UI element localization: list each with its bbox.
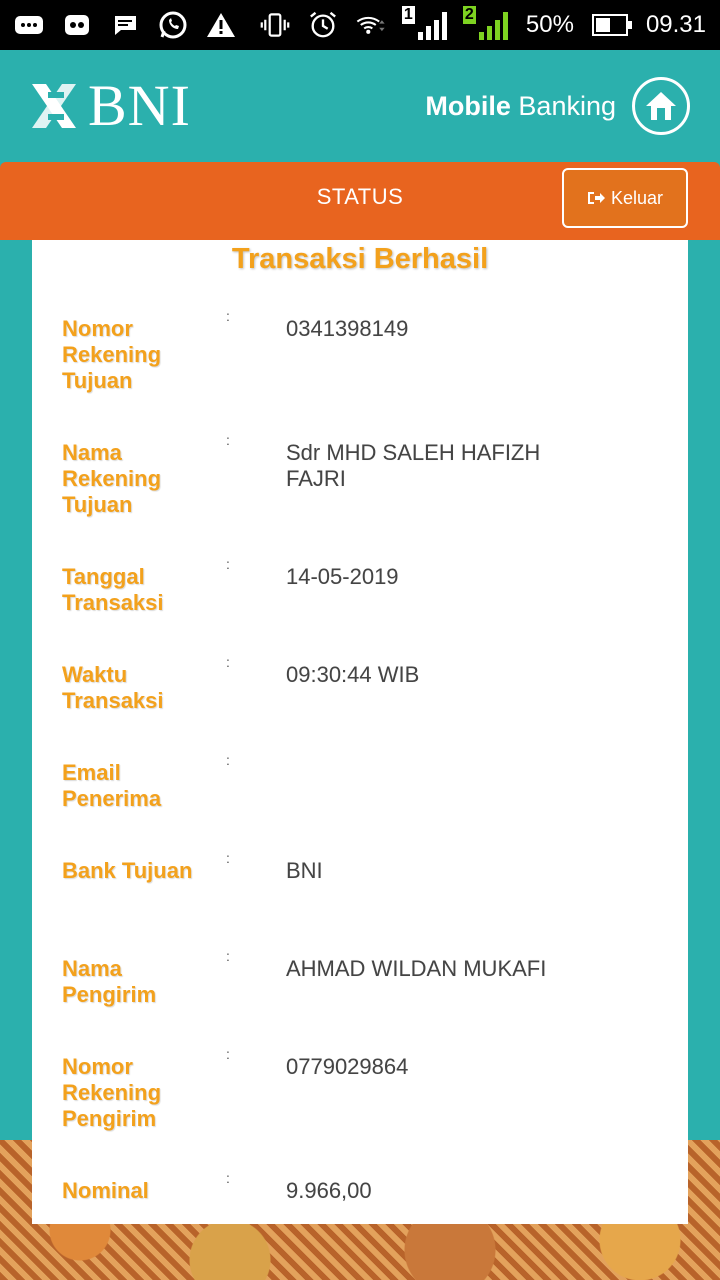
sim1-label: 1: [401, 6, 415, 24]
vibrate-icon: [260, 10, 290, 40]
app-title: Mobile Banking: [425, 91, 616, 122]
row-separator: :: [226, 308, 230, 324]
reddit-icon: [62, 10, 92, 40]
receipt-title: Transaksi Berhasil: [231, 243, 489, 275]
bni-logo-mark-icon: [30, 82, 78, 130]
row-label: Nama Rekening Tujuan: [62, 440, 162, 517]
row-label: Nomor Rekening Tujuan: [62, 316, 162, 393]
app-title-bold: Mobile: [425, 90, 511, 121]
row-label: Nominal: [62, 1178, 149, 1203]
battery-icon: [591, 14, 632, 36]
system-indicators: 1 2 50% 09.31: [260, 6, 706, 40]
home-button[interactable]: [632, 77, 690, 135]
logout-icon: [587, 192, 605, 204]
row-value: 9.966,00: [286, 1178, 372, 1203]
row-separator: :: [226, 556, 230, 572]
row-value: 14-05-2019: [286, 564, 399, 589]
messages-icon: [110, 10, 140, 40]
row-label: Nomor Rekening Pengirim: [62, 1054, 162, 1131]
clock: 09.31: [645, 11, 706, 38]
transaction-receipt-card: Transaksi Berhasil Nomor Rekening Tujuan…: [32, 240, 688, 1224]
wifi-icon: [356, 10, 386, 40]
row-separator: :: [226, 850, 230, 866]
row-value: Sdr MHD SALEH HAFIZH FAJRI: [286, 440, 541, 491]
sim2-signal-icon: 2: [462, 6, 508, 40]
row-label: Tanggal Transaksi: [62, 564, 164, 615]
battery-fill: [595, 18, 610, 32]
row-label: Email Penerima: [62, 760, 162, 811]
whatsapp-icon: [158, 10, 188, 40]
battery-percentage: 50%: [525, 11, 574, 38]
logout-label: Keluar: [610, 187, 664, 208]
more-icon: [14, 10, 44, 40]
notification-icons: [14, 10, 236, 40]
row-label: Bank Tujuan: [62, 858, 193, 883]
warning-icon: [206, 10, 236, 40]
logo-text: BNI: [88, 73, 191, 138]
row-value: 0341398149: [286, 316, 409, 341]
row-separator: :: [226, 948, 230, 964]
row-value: 0779029864: [286, 1054, 409, 1079]
sim1-signal-icon: 1: [401, 6, 447, 40]
row-value: 09:30:44 WIB: [286, 662, 420, 687]
system-status-bar: 1 2 50% 09.31: [0, 0, 720, 50]
bni-logo: BNI: [30, 77, 191, 135]
sim2-label: 2: [462, 6, 476, 24]
row-label: Nama Pengirim: [62, 956, 157, 1007]
app-title-group: Mobile Banking: [425, 77, 690, 135]
app-header: BNI Mobile Banking: [0, 50, 720, 162]
row-separator: :: [226, 432, 230, 448]
row-separator: :: [226, 1046, 230, 1062]
row-separator: :: [226, 654, 230, 670]
row-label: Waktu Transaksi: [62, 662, 164, 713]
row-value: BNI: [286, 858, 323, 883]
status-toolbar: STATUS Keluar: [0, 162, 720, 240]
alarm-icon: [308, 10, 338, 40]
app-title-rest: Banking: [518, 90, 616, 121]
home-icon: [646, 92, 676, 120]
row-separator: :: [226, 752, 230, 768]
row-value: AHMAD WILDAN MUKAFI: [286, 956, 547, 981]
row-separator: :: [226, 1170, 230, 1186]
logout-button[interactable]: Keluar: [562, 168, 688, 228]
